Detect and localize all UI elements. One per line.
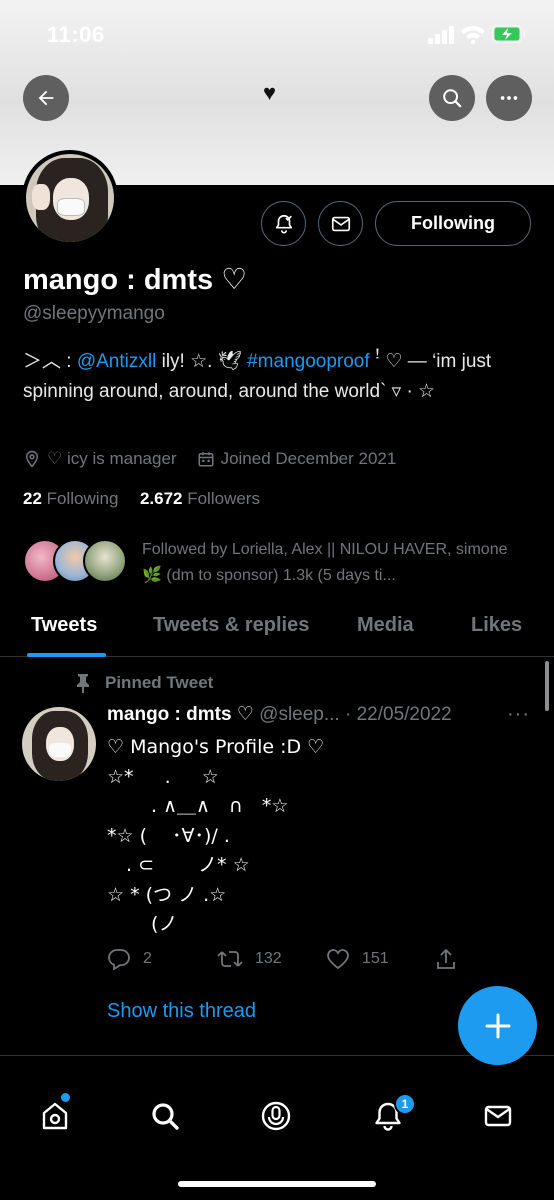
reply-count: 2 <box>143 950 152 967</box>
following-label: Following <box>46 489 119 508</box>
tweet-handle-date: @sleep... · 22/05/2022 <box>253 704 452 725</box>
nav-home[interactable] <box>33 1094 77 1138</box>
scrollbar[interactable] <box>545 661 549 711</box>
tab-media[interactable]: Media <box>357 614 414 637</box>
home-new-indicator <box>61 1093 70 1102</box>
tweet-more-button[interactable]: ··· <box>507 703 530 726</box>
search-button[interactable] <box>429 75 475 121</box>
retweet-icon <box>217 951 243 967</box>
show-thread-link[interactable]: Show this thread <box>107 1000 256 1023</box>
nav-messages[interactable] <box>476 1094 520 1138</box>
banner-heart: ♥ <box>263 80 277 105</box>
pinned-tweet-text: Pinned Tweet <box>105 673 214 692</box>
plus-icon <box>485 1013 510 1038</box>
profile-tabs: Tweets Tweets & replies Media Likes <box>0 600 554 657</box>
bell-check-icon <box>275 214 292 234</box>
envelope-icon <box>484 1105 512 1127</box>
bio-prefix: ＞︿ : <box>23 351 77 372</box>
bio-mention-link[interactable]: @Antizxll <box>77 351 156 372</box>
following-button[interactable]: Following <box>375 201 531 246</box>
profile-meta: ♡ icy is manager Joined December 2021 <box>23 449 396 469</box>
home-icon <box>42 1102 68 1130</box>
search-icon <box>152 1103 179 1130</box>
tab-tweets[interactable]: Tweets <box>31 614 97 637</box>
arrow-left-icon <box>38 90 54 106</box>
more-options-button[interactable] <box>486 75 532 121</box>
pin-icon <box>77 674 89 693</box>
bottom-navigation: 1 <box>0 1080 554 1200</box>
followed-by-row[interactable]: Followed by Loriella, Alex || NILOU HAVE… <box>23 537 533 589</box>
notifications-toggle-button[interactable] <box>261 201 306 246</box>
following-count: 22 <box>23 489 42 508</box>
following-stat[interactable]: 22 Following <box>23 489 118 508</box>
follower-avatar <box>83 539 127 583</box>
share-icon <box>437 948 455 969</box>
calendar-icon <box>198 452 214 467</box>
envelope-icon <box>331 216 350 231</box>
notifications-badge: 1 <box>394 1093 416 1115</box>
message-button[interactable] <box>318 201 363 246</box>
active-tab-indicator <box>27 653 106 657</box>
profile-location: ♡ icy is manager <box>47 449 177 468</box>
more-dots-icon <box>500 96 518 100</box>
status-time: 11:06 <box>47 22 105 47</box>
profile-avatar[interactable] <box>22 150 118 246</box>
followers-count: 2.672 <box>139 489 183 508</box>
display-name: mango : dmts ♡ <box>23 264 248 296</box>
spaces-microphone-icon <box>261 1101 291 1131</box>
back-button[interactable] <box>23 75 69 121</box>
retweet-button[interactable]: 132 <box>217 948 282 970</box>
like-button[interactable]: 151 <box>326 948 389 970</box>
tab-likes[interactable]: Likes <box>471 614 522 637</box>
home-indicator[interactable] <box>178 1181 376 1187</box>
heart-icon <box>327 949 349 970</box>
pinned-tweet-label: Pinned Tweet <box>75 673 213 693</box>
location-pin-icon <box>25 450 39 468</box>
bio-mid: ily! ☆. 🕊 <box>156 351 248 372</box>
followed-by-text: Followed by Loriella, Alex || NILOU HAVE… <box>142 541 508 584</box>
search-icon <box>443 89 462 108</box>
followers-stat[interactable]: 2.672 Followers <box>140 489 260 508</box>
compose-tweet-button[interactable] <box>458 986 537 1065</box>
tab-tweets-and-replies[interactable]: Tweets & replies <box>153 614 309 637</box>
cellular-signal-icon <box>428 26 454 44</box>
battery-charging-icon <box>492 25 526 43</box>
share-button[interactable] <box>435 948 457 970</box>
nav-spaces[interactable] <box>254 1094 298 1138</box>
follow-stats: 22 Following 2.672 Followers <box>23 489 260 509</box>
tweet-actions: 2 132 151 <box>107 948 467 976</box>
tweet-header: mango : dmts ♡ @sleep... · 22/05/2022 <box>107 703 452 726</box>
tweet-author-name[interactable]: mango : dmts ♡ <box>107 704 254 725</box>
status-bar: 11:06 <box>0 0 554 70</box>
like-count: 151 <box>362 950 389 967</box>
retweet-count: 132 <box>255 950 282 967</box>
profile-bio: ＞︿ : @Antizxll ily! ☆. 🕊 #mangooproof ꜝ … <box>23 347 523 407</box>
followers-label: Followers <box>187 489 260 508</box>
user-handle: @sleepyymango <box>23 303 165 324</box>
tweet-author-avatar[interactable] <box>22 707 96 781</box>
reply-bubble-icon <box>108 949 130 970</box>
tweet-text: ♡ Mango's Profile :D ♡ ☆* . ☆ . ∧＿∧ ∩ *☆… <box>107 736 325 935</box>
wifi-icon <box>461 26 485 44</box>
bio-hashtag-link[interactable]: #mangooproof <box>247 351 370 372</box>
nav-explore[interactable] <box>143 1094 187 1138</box>
profile-joined-date: Joined December 2021 <box>220 449 397 468</box>
reply-button[interactable]: 2 <box>107 948 152 970</box>
